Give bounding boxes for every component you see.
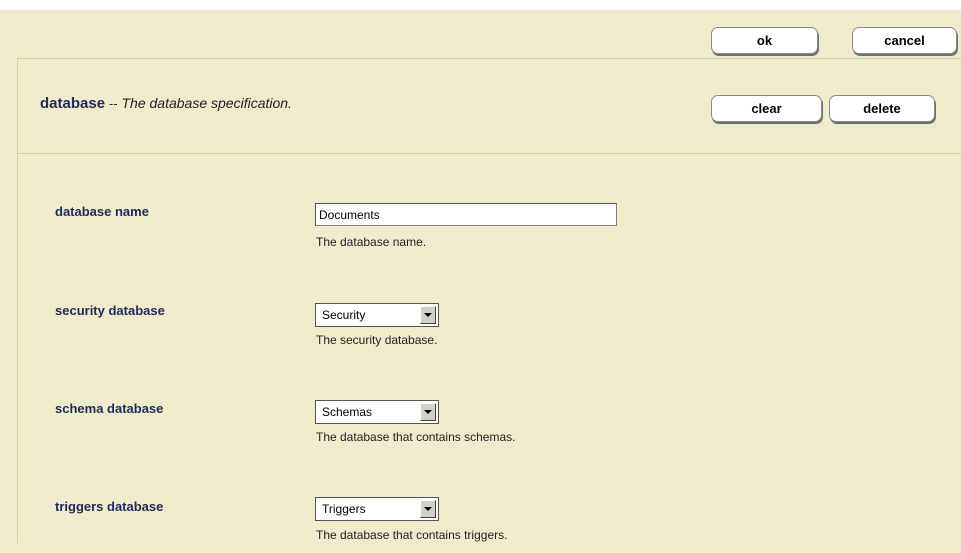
- schema-database-label: schema database: [55, 401, 164, 416]
- page-title-separator: --: [108, 96, 118, 111]
- header-divider: [17, 153, 961, 154]
- database-name-help: The database name.: [316, 235, 427, 249]
- page-title-name: database: [40, 95, 106, 112]
- chevron-down-icon[interactable]: [420, 500, 436, 518]
- security-database-help: The security database.: [316, 333, 438, 347]
- cancel-button[interactable]: cancel: [852, 27, 957, 54]
- triggers-database-label: triggers database: [55, 499, 164, 514]
- page-title: database -- The database specification.: [40, 95, 292, 112]
- database-name-input[interactable]: [315, 203, 617, 226]
- schema-database-select[interactable]: Schemas: [315, 400, 439, 424]
- triggers-database-help: The database that contains triggers.: [316, 528, 508, 542]
- ok-button[interactable]: ok: [711, 27, 818, 54]
- triggers-database-value: Triggers: [322, 502, 366, 516]
- security-database-value: Security: [322, 308, 366, 322]
- chevron-down-icon[interactable]: [420, 306, 436, 324]
- delete-button[interactable]: delete: [829, 95, 935, 122]
- triggers-database-select[interactable]: Triggers: [315, 497, 439, 521]
- clear-button[interactable]: clear: [711, 95, 822, 122]
- form-section-border: [17, 58, 961, 543]
- schema-database-help: The database that contains schemas.: [316, 430, 516, 444]
- page-title-description: The database specification.: [121, 95, 292, 111]
- chevron-down-icon[interactable]: [420, 403, 436, 421]
- security-database-select[interactable]: Security: [315, 303, 439, 327]
- security-database-label: security database: [55, 303, 165, 318]
- database-name-label: database name: [55, 204, 149, 219]
- schema-database-value: Schemas: [322, 405, 373, 419]
